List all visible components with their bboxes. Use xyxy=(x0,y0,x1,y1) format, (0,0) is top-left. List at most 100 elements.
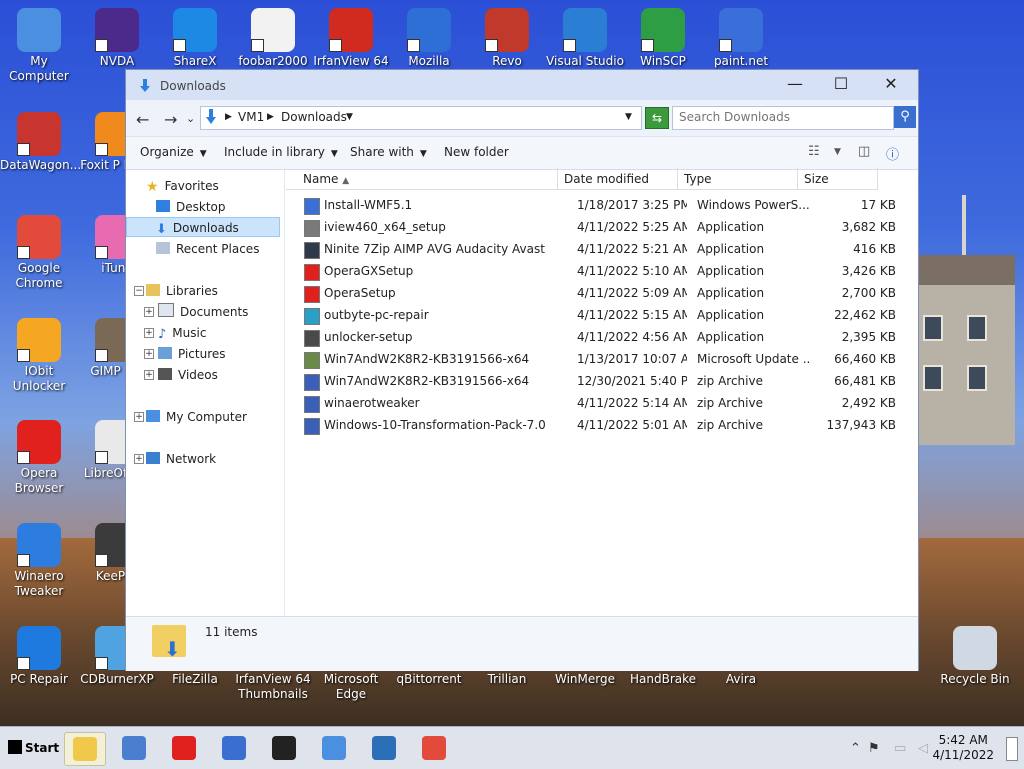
nav-desktop[interactable]: Desktop xyxy=(156,197,226,217)
column-header-type[interactable]: Type xyxy=(678,168,798,190)
share-with-button[interactable]: Share with ▼ xyxy=(350,145,427,159)
clock[interactable]: 5:42 AM 4/11/2022 xyxy=(932,733,994,763)
file-row[interactable]: unlocker-setup 4/11/2022 4:56 AM Applicati… xyxy=(300,327,900,349)
preview-pane-icon[interactable]: ◫ xyxy=(858,144,870,159)
nav-documents[interactable]: Documents xyxy=(158,302,248,322)
libraries-expander[interactable]: − xyxy=(134,286,144,296)
nav-music[interactable]: ♪ Music xyxy=(158,323,206,343)
music-expander[interactable]: + xyxy=(144,328,154,338)
refresh-button[interactable]: ⇆ xyxy=(645,107,669,129)
action-center-flag-icon[interactable]: ⚑ xyxy=(868,741,880,756)
back-button[interactable]: ← xyxy=(136,110,149,129)
search-icon[interactable]: ⚲ xyxy=(894,106,916,128)
breadcrumb-caret-icon[interactable]: ▼ xyxy=(346,112,353,122)
desktop-icon-label: Recycle Bin xyxy=(940,672,1010,686)
taskbar-app-file-explorer[interactable] xyxy=(64,732,106,766)
search-input[interactable] xyxy=(673,107,881,127)
new-folder-button[interactable]: New folder xyxy=(444,145,509,159)
taskbar-app-7zip[interactable] xyxy=(264,732,304,764)
taskbar-app-window-switcher[interactable] xyxy=(114,732,154,764)
desktop-icon-visual-studio[interactable]: Visual Studio xyxy=(546,8,624,69)
desktop-icon-google-chrome[interactable]: Google Chrome xyxy=(0,215,78,291)
file-row[interactable]: Win7AndW2K8R2-KB3191566-x64 12/30/2021 5:… xyxy=(300,371,900,393)
taskbar-app-software-installer[interactable] xyxy=(364,732,404,764)
nav-downloads[interactable]: ⬇ Downloads xyxy=(126,217,280,237)
column-header-size[interactable]: Size xyxy=(798,168,878,190)
nav-my-computer[interactable]: My Computer xyxy=(146,407,247,427)
network-status-icon[interactable]: ▭ xyxy=(894,741,906,756)
view-options-icon[interactable]: ☷ xyxy=(808,144,820,159)
column-header-date-modified[interactable]: Date modified xyxy=(558,168,678,190)
breadcrumb-downloads[interactable]: Downloads xyxy=(281,110,347,124)
help-icon[interactable]: ⓘ xyxy=(886,144,899,163)
command-bar: Organize ▼ Include in library ▼ Share with… xyxy=(126,137,918,170)
organize-button[interactable]: Organize ▼ xyxy=(140,145,207,159)
my-computer-expander[interactable]: + xyxy=(134,412,144,422)
file-row[interactable]: Win7AndW2K8R2-KB3191566-x64 1/13/2017 10:… xyxy=(300,349,900,371)
file-row[interactable]: Install-WMF5.1 1/18/2017 3:25 PM Windows P… xyxy=(300,195,900,217)
column-header-name[interactable]: Name ▲ xyxy=(286,168,558,190)
breadcrumb-caret-icon[interactable]: ▶ xyxy=(225,112,232,122)
taskbar-app-opera[interactable] xyxy=(164,732,204,764)
nav-network[interactable]: Network xyxy=(146,449,216,469)
file-icon xyxy=(304,352,320,369)
taskbar-app-app-blue[interactable] xyxy=(214,732,254,764)
forward-button[interactable]: → xyxy=(164,110,177,129)
desktop-icon-irfanview-64[interactable]: IrfanView 64 xyxy=(312,8,390,69)
desktop-icon-recycle-bin[interactable]: Recycle Bin xyxy=(936,626,1014,687)
desktop-icon-revo[interactable]: Revo xyxy=(468,8,546,69)
address-box[interactable]: ▶ VM1 ▶ Downloads ▼ ▼ xyxy=(200,106,642,130)
nav-recent-places[interactable]: Recent Places xyxy=(156,239,259,259)
network-expander[interactable]: + xyxy=(134,454,144,464)
include-in-library-button[interactable]: Include in library ▼ xyxy=(224,145,338,159)
desktop-icon-foobar2000[interactable]: foobar2000 xyxy=(234,8,312,69)
search-box[interactable] xyxy=(672,106,894,130)
start-button[interactable]: Start xyxy=(2,734,65,762)
file-row[interactable]: OperaSetup 4/11/2022 5:09 AM Application 2,… xyxy=(300,283,900,305)
desktop-icon-datawagon[interactable]: DataWagon... xyxy=(0,112,81,173)
nav-favorites[interactable]: ★ Favorites xyxy=(146,176,219,196)
desktop-icon-paint-net[interactable]: paint.net xyxy=(702,8,780,69)
taskbar-app-chrome[interactable] xyxy=(414,732,454,764)
show-desktop-button[interactable] xyxy=(1006,737,1018,761)
desktop-icon-winscp[interactable]: WinSCP xyxy=(624,8,702,69)
breadcrumb-vm1[interactable]: VM1 xyxy=(238,110,264,124)
close-button[interactable]: ✕ xyxy=(868,70,914,100)
breadcrumb-caret-icon[interactable]: ▶ xyxy=(267,112,274,122)
videos-expander[interactable]: + xyxy=(144,370,154,380)
navigation-pane[interactable]: ★ Favorites Desktop ⬇ Downloads Recent Pla… xyxy=(126,168,285,616)
address-dropdown-icon[interactable]: ▼ xyxy=(625,112,632,122)
nav-pictures[interactable]: Pictures xyxy=(158,344,226,364)
desktop-icon-mozilla[interactable]: Mozilla xyxy=(390,8,468,69)
file-name: OperaSetup xyxy=(324,286,396,300)
app-icon xyxy=(719,8,763,52)
volume-icon[interactable]: ◁ xyxy=(918,741,928,756)
title-bar[interactable]: Downloads — ☐ ✕ xyxy=(126,70,918,100)
maximize-button[interactable]: ☐ xyxy=(818,70,864,100)
show-hidden-icons-icon[interactable]: ⌃ xyxy=(850,741,861,756)
recent-locations-button[interactable]: ⌄ xyxy=(186,112,195,125)
documents-expander[interactable]: + xyxy=(144,307,154,317)
desktop-icon-sharex[interactable]: ShareX xyxy=(156,8,234,69)
file-size: 2,492 KB xyxy=(841,396,896,410)
file-row[interactable]: winaerotweaker 4/11/2022 5:14 AM zip Archi… xyxy=(300,393,900,415)
file-row[interactable]: outbyte-pc-repair 4/11/2022 5:15 AM Applic… xyxy=(300,305,900,327)
desktop-icon-nvda[interactable]: NVDA xyxy=(78,8,156,69)
view-dropdown-icon[interactable]: ▼ xyxy=(834,147,841,157)
desktop-icon-winaero-tweaker[interactable]: Winaero Tweaker xyxy=(0,523,78,599)
nav-videos[interactable]: Videos xyxy=(158,365,218,385)
file-row[interactable]: OperaGXSetup 4/11/2022 5:10 AM Application… xyxy=(300,261,900,283)
nav-libraries[interactable]: Libraries xyxy=(146,281,218,301)
minimize-button[interactable]: — xyxy=(772,70,818,100)
file-row[interactable]: Ninite 7Zip AIMP AVG Audacity Avast Av..… xyxy=(300,239,900,261)
file-list[interactable]: Name ▲ Date modified Type Size Install-W… xyxy=(286,168,918,616)
desktop-icon-my-computer[interactable]: My Computer xyxy=(0,8,78,84)
pictures-expander[interactable]: + xyxy=(144,349,154,359)
file-row[interactable]: iview460_x64_setup 4/11/2022 5:25 AM Appli… xyxy=(300,217,900,239)
file-row[interactable]: Windows-10-Transformation-Pack-7.0 4/11/2… xyxy=(300,415,900,437)
desktop-icon-pc-repair[interactable]: PC Repair xyxy=(0,626,78,687)
taskbar-app-control-panel[interactable] xyxy=(314,732,354,764)
file-date-modified: 1/13/2017 10:07 AM xyxy=(577,352,687,366)
desktop-icon-iobit-unlocker[interactable]: IObit Unlocker xyxy=(0,318,78,394)
desktop-icon-opera-browser[interactable]: Opera Browser xyxy=(0,420,78,496)
